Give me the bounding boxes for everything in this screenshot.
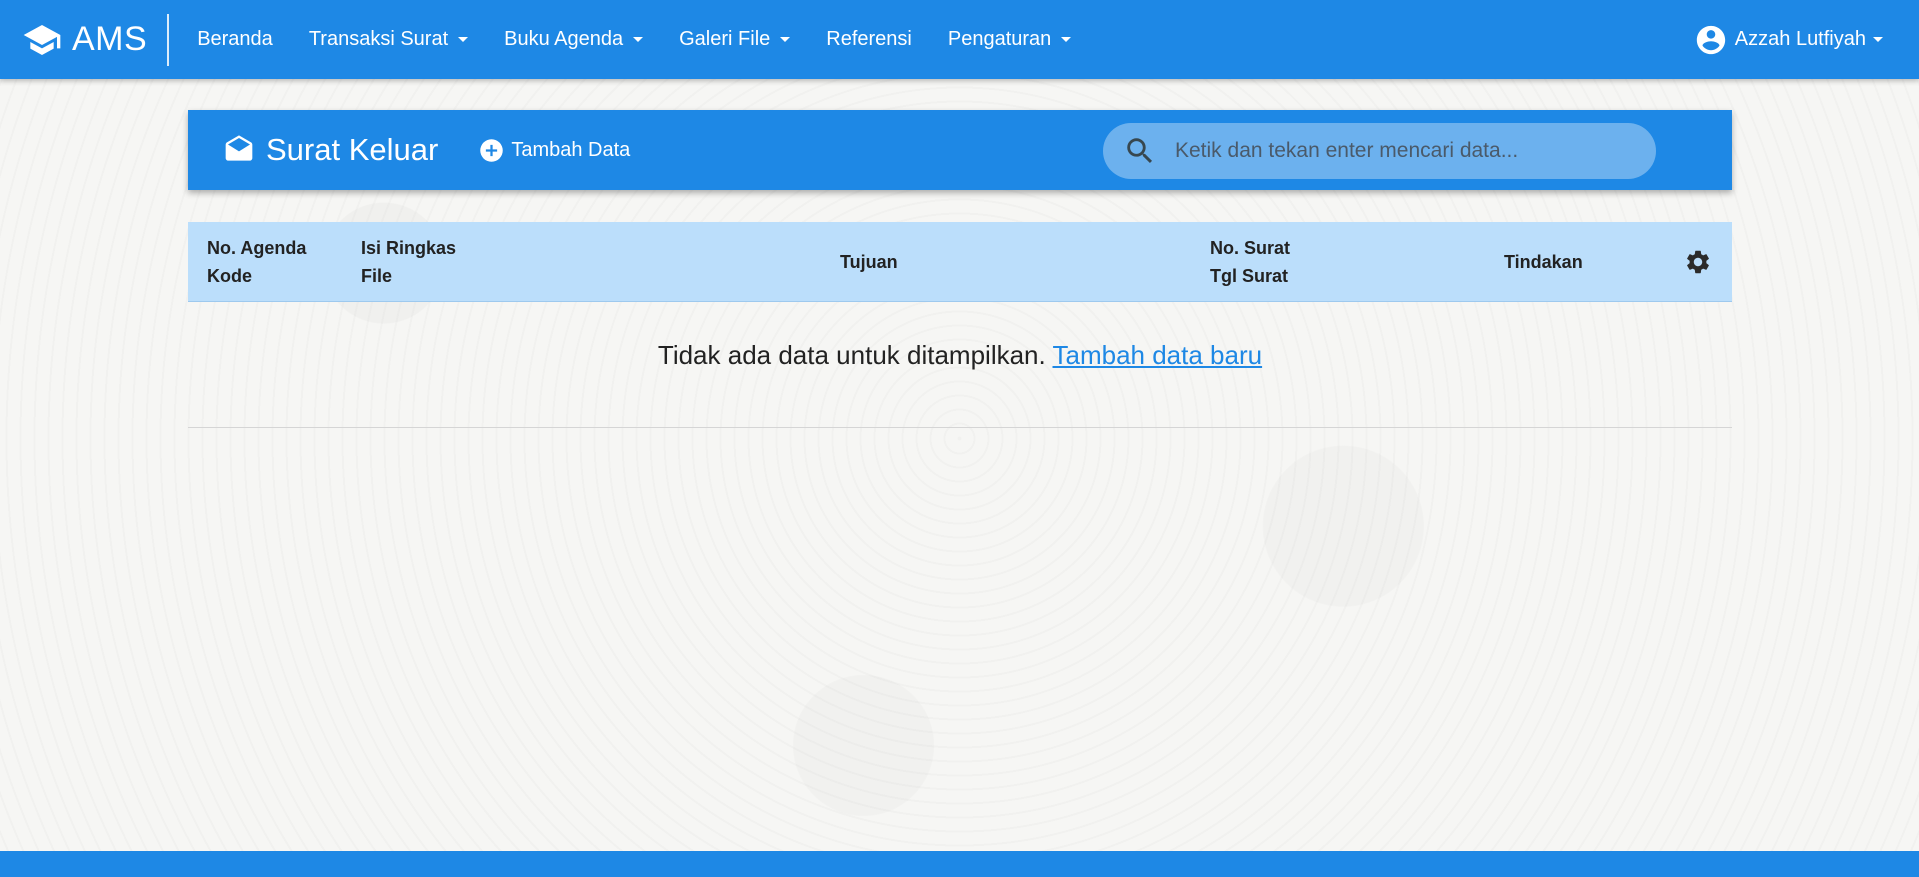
nav-item-label: Galeri File xyxy=(679,28,771,50)
caret-down-icon xyxy=(633,37,644,42)
brand-name: AMS xyxy=(72,20,148,58)
caret-down-icon xyxy=(1061,37,1072,42)
nav-menu: Beranda Transaksi Surat Buku Agenda Gale… xyxy=(179,0,1089,79)
column-header-line: No. Agenda xyxy=(207,238,307,258)
caret-down-icon xyxy=(780,37,791,42)
settings-icon[interactable] xyxy=(1684,248,1712,276)
caret-down-icon xyxy=(1873,37,1883,42)
divider xyxy=(188,427,1732,428)
user-menu[interactable]: Azzah Lutfiyah xyxy=(1694,23,1883,57)
user-name: Azzah Lutfiyah xyxy=(1734,28,1866,50)
nav-item-buku-agenda[interactable]: Buku Agenda xyxy=(486,0,661,79)
column-header-line: File xyxy=(361,266,393,286)
column-header-agenda: No. Agenda Kode xyxy=(207,234,306,290)
nav-item-label: Transaksi Surat xyxy=(308,28,449,50)
graduation-cap-icon xyxy=(23,24,61,55)
column-header-line: Isi Ringkas xyxy=(361,238,457,258)
footer-bar xyxy=(0,851,1919,877)
add-circle-icon xyxy=(480,138,504,162)
nav-item-pengaturan[interactable]: Pengaturan xyxy=(930,0,1089,79)
page-title: Surat Keluar xyxy=(222,132,438,168)
add-data-button[interactable]: Tambah Data xyxy=(478,137,630,164)
nav-item-label: Beranda xyxy=(197,28,273,50)
nav-item-galeri-file[interactable]: Galeri File xyxy=(661,0,808,79)
nav-item-label: Buku Agenda xyxy=(504,28,624,50)
add-data-label: Tambah Data xyxy=(511,138,631,161)
empty-state: Tidak ada data untuk ditampilkan. Tambah… xyxy=(188,340,1732,371)
nav-item-beranda[interactable]: Beranda xyxy=(179,0,291,79)
brand[interactable]: AMS xyxy=(0,13,170,66)
nav-item-label: Referensi xyxy=(826,28,912,50)
nav-item-label: Pengaturan xyxy=(947,28,1052,50)
table-header: No. Agenda Kode Isi Ringkas File Tujuan … xyxy=(188,222,1732,302)
drafts-icon xyxy=(225,135,253,161)
search-box xyxy=(1103,123,1656,179)
column-header-line: Kode xyxy=(207,266,252,286)
nav-item-referensi[interactable]: Referensi xyxy=(808,0,930,79)
add-new-data-link[interactable]: Tambah data baru xyxy=(1053,340,1263,370)
column-header-tujuan: Tujuan xyxy=(840,252,898,272)
page-header-card: Surat Keluar Tambah Data xyxy=(188,110,1732,190)
search-icon xyxy=(1127,138,1153,164)
account-circle-icon xyxy=(1696,25,1725,54)
column-header-isi: Isi Ringkas File xyxy=(361,234,456,290)
caret-down-icon xyxy=(458,37,469,42)
column-header-line: No. Surat xyxy=(1210,238,1291,258)
empty-state-text: Tidak ada data untuk ditampilkan. xyxy=(657,340,1053,370)
column-header-tindakan: Tindakan xyxy=(1504,252,1583,272)
column-header-line: Tgl Surat xyxy=(1210,266,1289,286)
column-header-no-surat: No. Surat Tgl Surat xyxy=(1210,234,1290,290)
page-title-text: Surat Keluar xyxy=(266,132,439,167)
search-input[interactable] xyxy=(1175,139,1615,163)
nav-item-transaksi-surat[interactable]: Transaksi Surat xyxy=(291,0,486,79)
top-navbar: AMS Beranda Transaksi Surat Buku Agenda … xyxy=(0,0,1919,79)
